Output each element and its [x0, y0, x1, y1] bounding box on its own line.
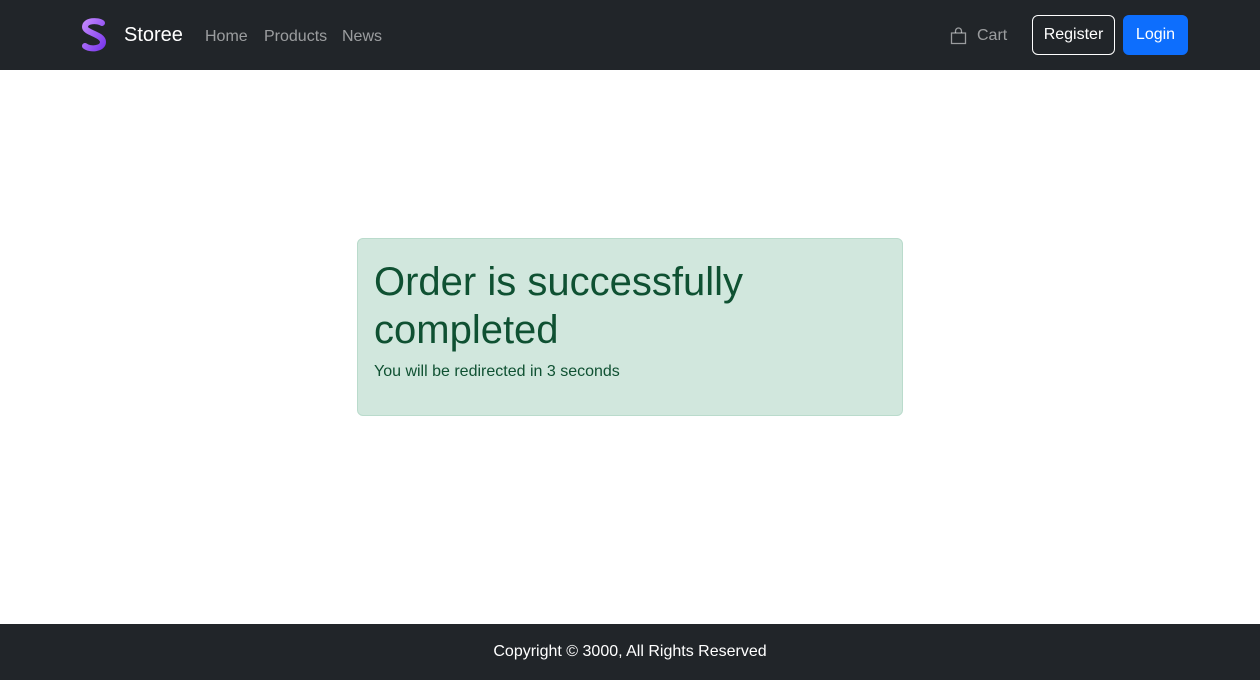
brand-name[interactable]: Storee: [124, 23, 183, 47]
alert-heading: Order is successfully completed: [374, 260, 743, 352]
shopping-bag-icon: [950, 27, 967, 45]
nav-link-products[interactable]: Products: [264, 27, 327, 47]
cart-label: Cart: [977, 27, 1008, 44]
cart-link[interactable]: Cart: [950, 25, 1007, 47]
footer: Copyright © 3000, All Rights Reserved: [0, 624, 1260, 680]
success-alert: Order is successfully completed You will…: [357, 238, 903, 416]
nav-link-news[interactable]: News: [342, 27, 382, 47]
nav-link-home[interactable]: Home: [205, 27, 248, 47]
copyright-text: Copyright © 3000, All Rights Reserved: [493, 643, 767, 660]
login-button[interactable]: Login: [1123, 15, 1188, 55]
navbar: Storee Home Products News Cart Register …: [0, 0, 1260, 70]
redirect-message: You will be redirected in 3 seconds: [374, 363, 620, 380]
s-logo-icon[interactable]: [80, 18, 108, 52]
register-button[interactable]: Register: [1032, 15, 1115, 55]
